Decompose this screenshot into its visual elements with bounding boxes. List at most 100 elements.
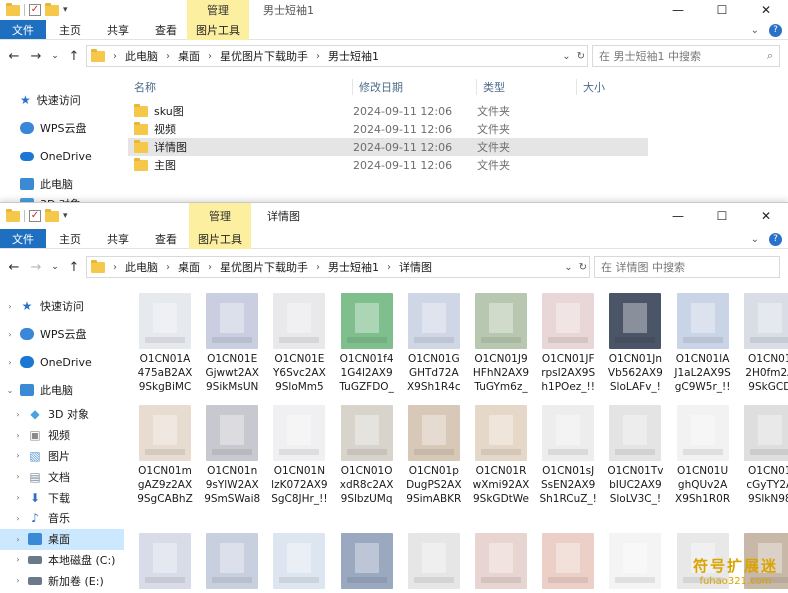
breadcrumb-item[interactable]: 此电脑 <box>125 48 158 64</box>
refresh-icon[interactable]: ↻ <box>577 51 585 62</box>
file-item[interactable]: O1CN01sJ SsEN2AX9 Sh1RCuZ_! !289268... <box>535 405 601 506</box>
file-item[interactable]: O1CN01O xdR8c2AX 9SlbzUMq _!!28926... <box>334 405 400 506</box>
column-type[interactable]: 类型 <box>477 79 577 95</box>
expand-chevron-icon[interactable]: › <box>14 555 22 564</box>
file-item[interactable] <box>334 533 400 589</box>
nav-wps-cloud[interactable]: WPS云盘 <box>0 114 124 142</box>
file-item[interactable]: O1CN01n 9sYlW2AX 9SmSWai8 _!!28926... <box>199 405 265 506</box>
sidebar-item[interactable]: › ▧ 图片 <box>0 446 124 467</box>
new-folder-icon[interactable] <box>45 208 59 222</box>
file-item[interactable]: O1CN01Tv bIUC2AX9 SloLV3C_! !2892682... <box>602 405 668 506</box>
breadcrumb-item[interactable]: 男士短袖1 <box>328 48 379 64</box>
file-item[interactable]: O1CN01A 475aB2AX 9SkgBiMC _!!28926... <box>132 293 198 394</box>
file-item[interactable] <box>602 533 668 589</box>
sidebar-item[interactable]: › OneDrive <box>0 348 124 376</box>
expand-chevron-icon[interactable]: › <box>6 358 14 367</box>
address-bar[interactable]: › 此电脑 › 桌面 › 星优图片下载助手 › 男士短袖1 ⌄ ↻ <box>86 45 588 67</box>
sidebar-item[interactable]: › ▤ 文档 <box>0 466 124 487</box>
minimize-icon[interactable]: — <box>656 203 700 229</box>
sidebar-item[interactable]: ⌄ 此电脑 <box>0 376 124 404</box>
tab-file[interactable]: 文件 <box>0 20 46 39</box>
new-folder-icon[interactable] <box>45 2 59 16</box>
breadcrumb-item[interactable]: 星优图片下载助手 <box>220 48 308 64</box>
file-item[interactable]: O1CN01R wXmi92AX 9SkGDtWe _!!28926... <box>468 405 534 506</box>
file-item[interactable]: O1CN01p DugPS2AX 9SimABKR _!!28926... <box>401 405 467 506</box>
file-item[interactable]: O1CN01lA J1aL2AX9S gC9W5r_!! 2892682... <box>670 293 736 394</box>
help-icon[interactable]: ? <box>769 23 782 37</box>
tab-share[interactable]: 共享 <box>94 229 142 248</box>
table-row[interactable]: sku图 2024-09-11 12:06 文件夹 <box>128 102 788 120</box>
file-item[interactable]: O1CN01JF rpsI2AX9S h1POez_!! 2892682... <box>535 293 601 394</box>
tab-view[interactable]: 查看 <box>142 20 190 39</box>
address-dropdown-icon[interactable]: ⌄ <box>562 51 570 62</box>
table-row[interactable]: 主图 2024-09-11 12:06 文件夹 <box>128 156 788 174</box>
refresh-icon[interactable]: ↻ <box>579 262 587 273</box>
file-item[interactable]: O1CN01f4 1G4l2AX9 TuGZFDO_ !!289268... <box>334 293 400 394</box>
expand-chevron-icon[interactable]: › <box>14 410 22 419</box>
breadcrumb-item[interactable]: 桌面 <box>178 48 200 64</box>
column-size[interactable]: 大小 <box>577 79 657 95</box>
properties-icon[interactable]: ✓ <box>29 4 41 16</box>
address-bar[interactable]: › 此电脑 › 桌面 › 星优图片下载助手 › 男士短袖1 › 详情图 ⌄ ↻ <box>86 256 590 278</box>
expand-ribbon-icon[interactable]: ⌄ <box>751 25 759 36</box>
expand-chevron-icon[interactable]: › <box>14 472 22 481</box>
file-item[interactable]: O1CN01Jn Vb562AX9 SloLAFv_! !2892682... <box>602 293 668 394</box>
table-row-selected[interactable]: 详情图 2024-09-11 12:06 文件夹 <box>128 138 648 156</box>
file-item[interactable] <box>266 533 332 589</box>
tab-picture-tools[interactable]: 图片工具 <box>189 229 251 249</box>
tab-home[interactable]: 主页 <box>46 20 94 39</box>
sidebar-item[interactable]: › 新加卷 (E:) <box>0 570 124 591</box>
back-button[interactable]: ← <box>4 45 24 67</box>
maximize-icon[interactable]: ☐ <box>700 203 744 229</box>
expand-chevron-icon[interactable]: › <box>14 514 22 523</box>
expand-chevron-icon[interactable]: › <box>14 451 22 460</box>
file-item[interactable]: O1CN01U ghQUv2A X9Sh1R0R A_!!2892... <box>670 405 736 506</box>
expand-ribbon-icon[interactable]: ⌄ <box>751 234 759 245</box>
tab-home[interactable]: 主页 <box>46 229 94 248</box>
column-name[interactable]: 名称 <box>128 79 353 95</box>
search-box[interactable]: 在 详情图 中搜索 <box>594 256 780 278</box>
file-item[interactable]: O1CN01 cGyTY2A 9SlkN98 _!!2892... <box>737 405 788 506</box>
file-item[interactable]: O1CN01E Gjwwt2AX 9SikMsUN _!!28926... <box>199 293 265 394</box>
address-dropdown-icon[interactable]: ⌄ <box>564 262 572 273</box>
close-icon[interactable]: ✕ <box>744 0 788 20</box>
breadcrumb-item[interactable]: 男士短袖1 <box>328 259 379 275</box>
file-item[interactable]: O1CN01m gAZ9z2AX 9SgCABhZ _!!28926... <box>132 405 198 506</box>
sidebar-item[interactable]: › WPS云盘 <box>0 320 124 348</box>
column-date[interactable]: 修改日期 <box>353 79 477 95</box>
maximize-icon[interactable]: ☐ <box>700 0 744 20</box>
help-icon[interactable]: ? <box>769 232 782 246</box>
file-item[interactable]: O1CN01J9 HFhN2AX9 TuGYm6z_ !!289268... <box>468 293 534 394</box>
forward-button[interactable]: → <box>26 45 46 67</box>
tab-view[interactable]: 查看 <box>142 229 190 248</box>
file-item[interactable] <box>199 533 265 589</box>
file-item[interactable] <box>535 533 601 589</box>
expand-chevron-icon[interactable]: › <box>14 493 22 502</box>
close-icon[interactable]: ✕ <box>744 203 788 229</box>
file-item[interactable] <box>468 533 534 589</box>
tab-picture-tools[interactable]: 图片工具 <box>187 20 249 40</box>
customize-toolbar-icon[interactable]: ▾ <box>63 211 68 221</box>
file-item[interactable]: O1CN01 2H0fm2A 9SkGCD H_!!289... <box>737 293 788 394</box>
minimize-icon[interactable]: — <box>656 0 700 20</box>
sidebar-item[interactable]: › ⬇ 下载 <box>0 487 124 508</box>
sidebar-item[interactable]: › 本地磁盘 (C:) <box>0 550 124 571</box>
table-row[interactable]: 视频 2024-09-11 12:06 文件夹 <box>128 120 788 138</box>
file-item[interactable] <box>401 533 467 589</box>
expand-chevron-icon[interactable]: › <box>6 330 14 339</box>
tab-share[interactable]: 共享 <box>94 20 142 39</box>
sidebar-item[interactable]: › ♪ 音乐 <box>0 508 124 529</box>
recent-locations-icon[interactable]: ⌄ <box>48 256 62 278</box>
recent-locations-icon[interactable]: ⌄ <box>48 45 62 67</box>
up-button[interactable]: ↑ <box>64 256 84 278</box>
nav-quick-access[interactable]: ★ 快速访问 <box>0 86 124 114</box>
forward-button[interactable]: → <box>26 256 46 278</box>
expand-chevron-icon[interactable]: › <box>6 302 14 311</box>
tab-file[interactable]: 文件 <box>0 229 46 248</box>
properties-icon[interactable]: ✓ <box>29 210 41 222</box>
expand-chevron-icon[interactable]: › <box>14 535 22 544</box>
sidebar-item[interactable]: › 桌面 <box>0 528 124 550</box>
breadcrumb-item[interactable]: 星优图片下载助手 <box>220 259 308 275</box>
nav-this-pc[interactable]: 此电脑 <box>0 170 124 198</box>
file-item[interactable]: O1CN01N lzK072AX9 SgC8JHr_!! 2892682... <box>266 405 332 506</box>
